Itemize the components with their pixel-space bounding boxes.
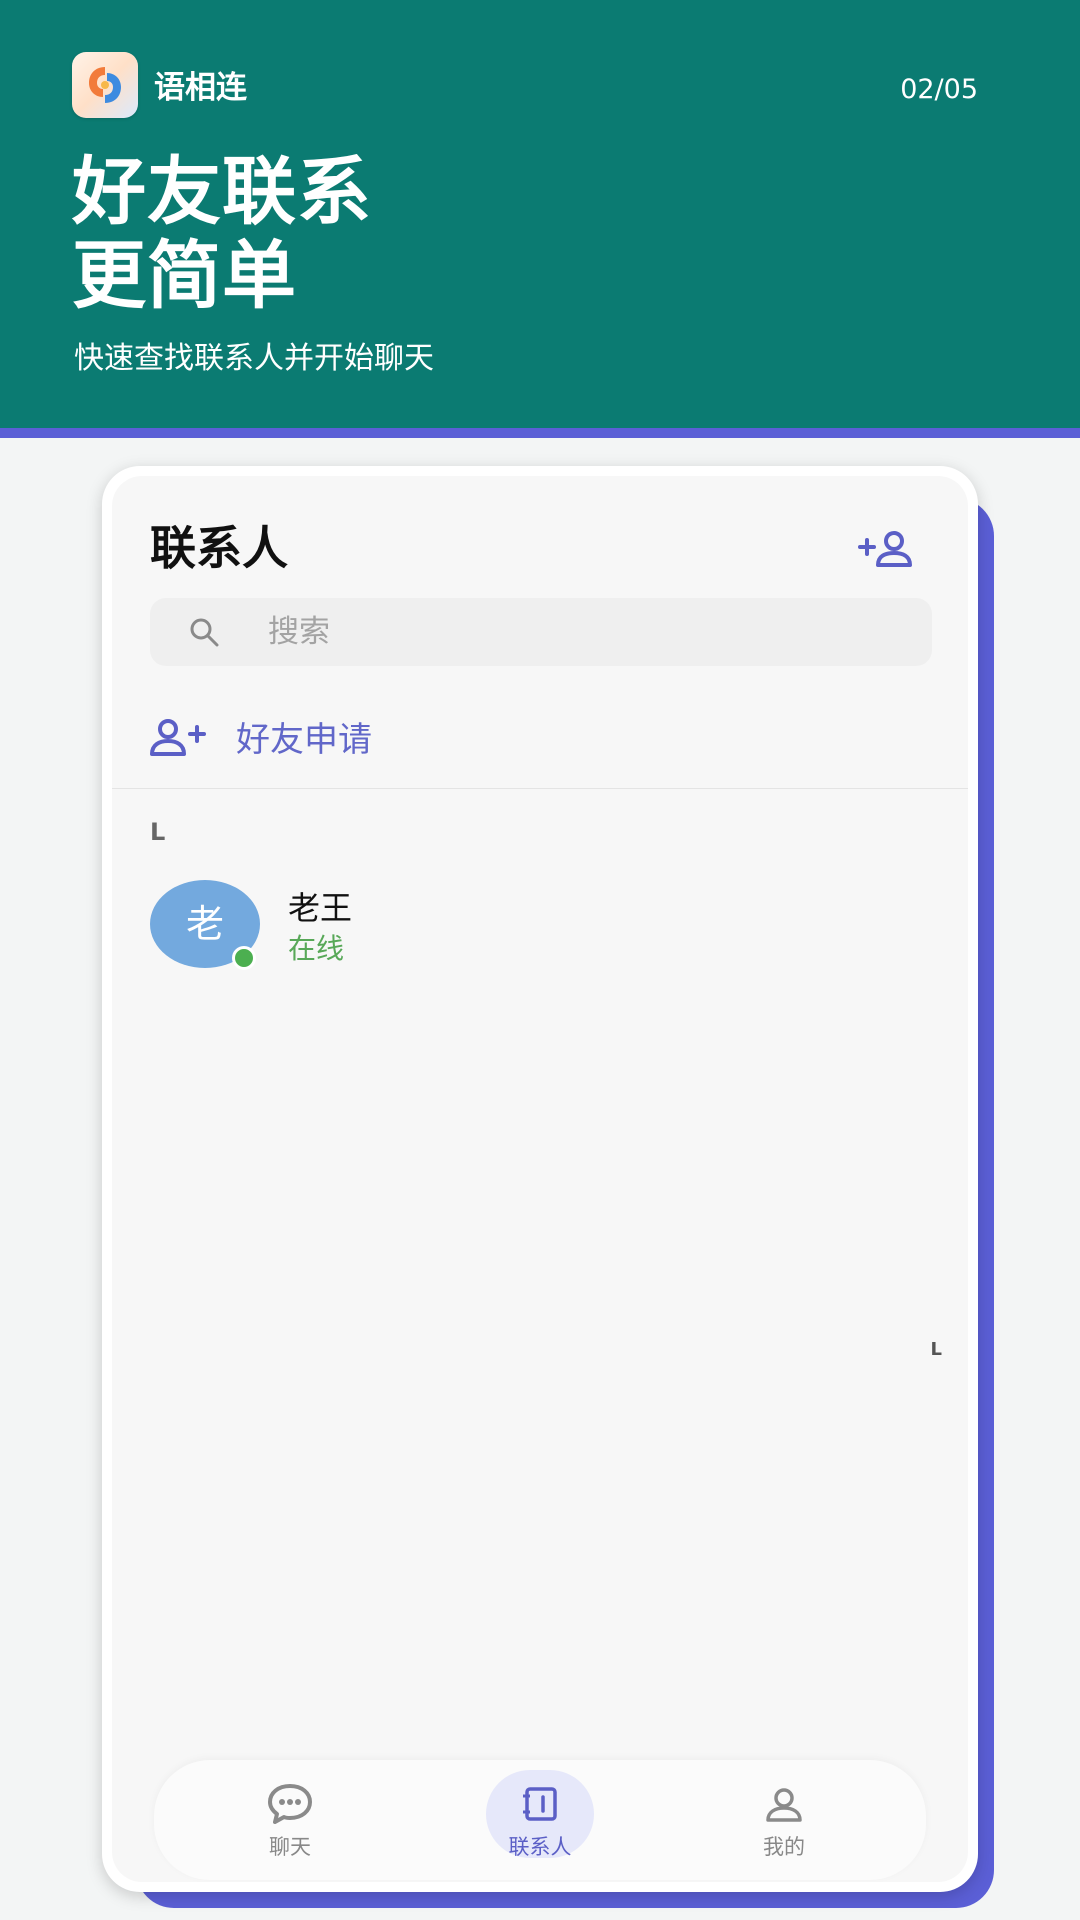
contact-status: 在线 [288,932,345,965]
tab-contacts[interactable]: 联系人 [440,1760,640,1880]
tab-chat[interactable]: 聊天 [190,1760,390,1880]
screen-title: 联系人 [150,521,288,575]
search-icon [190,618,219,647]
app-name: 语相连 [154,70,247,106]
add-friend-icon [150,719,206,756]
friend-request-entry[interactable]: 好友申请 [112,698,968,784]
subheadline: 快速查找联系人并开始聊天 [74,341,434,376]
add-contact-button[interactable] [856,524,920,574]
friend-request-label: 好友申请 [236,720,372,760]
divider [112,788,968,789]
search-bar[interactable] [150,598,932,666]
tab-me-icon-wrap [746,1776,822,1832]
alphabet-index-letter[interactable]: L [931,1338,942,1362]
contacts-screen: 联系人 搜索 好友申请 L 老 老王 在线 L 聊天 联系人 我的 [112,476,968,1882]
section-header-letter: L [150,818,166,846]
headline-line-2: 更简单 [72,233,297,319]
app-logo-icon [89,67,121,103]
contact-name: 老王 [288,889,353,927]
tab-chat-icon-wrap [252,1776,328,1832]
page: 语相连 02/05 好友联系 更简单 快速查找联系人并开始聊天 联系人 搜索 好… [0,0,1080,1920]
phone-frame: 联系人 搜索 好友申请 L 老 老王 在线 L 聊天 联系人 我的 [102,466,978,1892]
tab-contacts-icon-wrap [502,1776,578,1832]
contacts-book-icon [523,1787,557,1821]
tab-contacts-label: 联系人 [508,1835,572,1859]
tab-me[interactable]: 我的 [684,1760,884,1880]
headline: 好友联系 更简单 [72,150,372,318]
online-status-dot [232,946,256,970]
contact-row[interactable]: 老 老王 在线 [112,866,968,976]
chat-bubble-icon [268,1784,312,1824]
header-banner: 语相连 02/05 好友联系 更简单 快速查找联系人并开始聊天 [0,0,1080,428]
tab-chat-label: 聊天 [269,1835,311,1859]
search-input[interactable] [268,598,908,666]
headline-line-1: 好友联系 [72,149,372,235]
step-indicator: 02/05 [900,74,978,105]
app-logo [72,52,138,118]
bottom-tab-bar: 聊天 联系人 我的 [154,1760,926,1880]
tab-me-label: 我的 [763,1835,805,1859]
person-icon [766,1788,802,1822]
banner-stripe [0,428,1080,438]
add-person-icon [858,531,912,567]
